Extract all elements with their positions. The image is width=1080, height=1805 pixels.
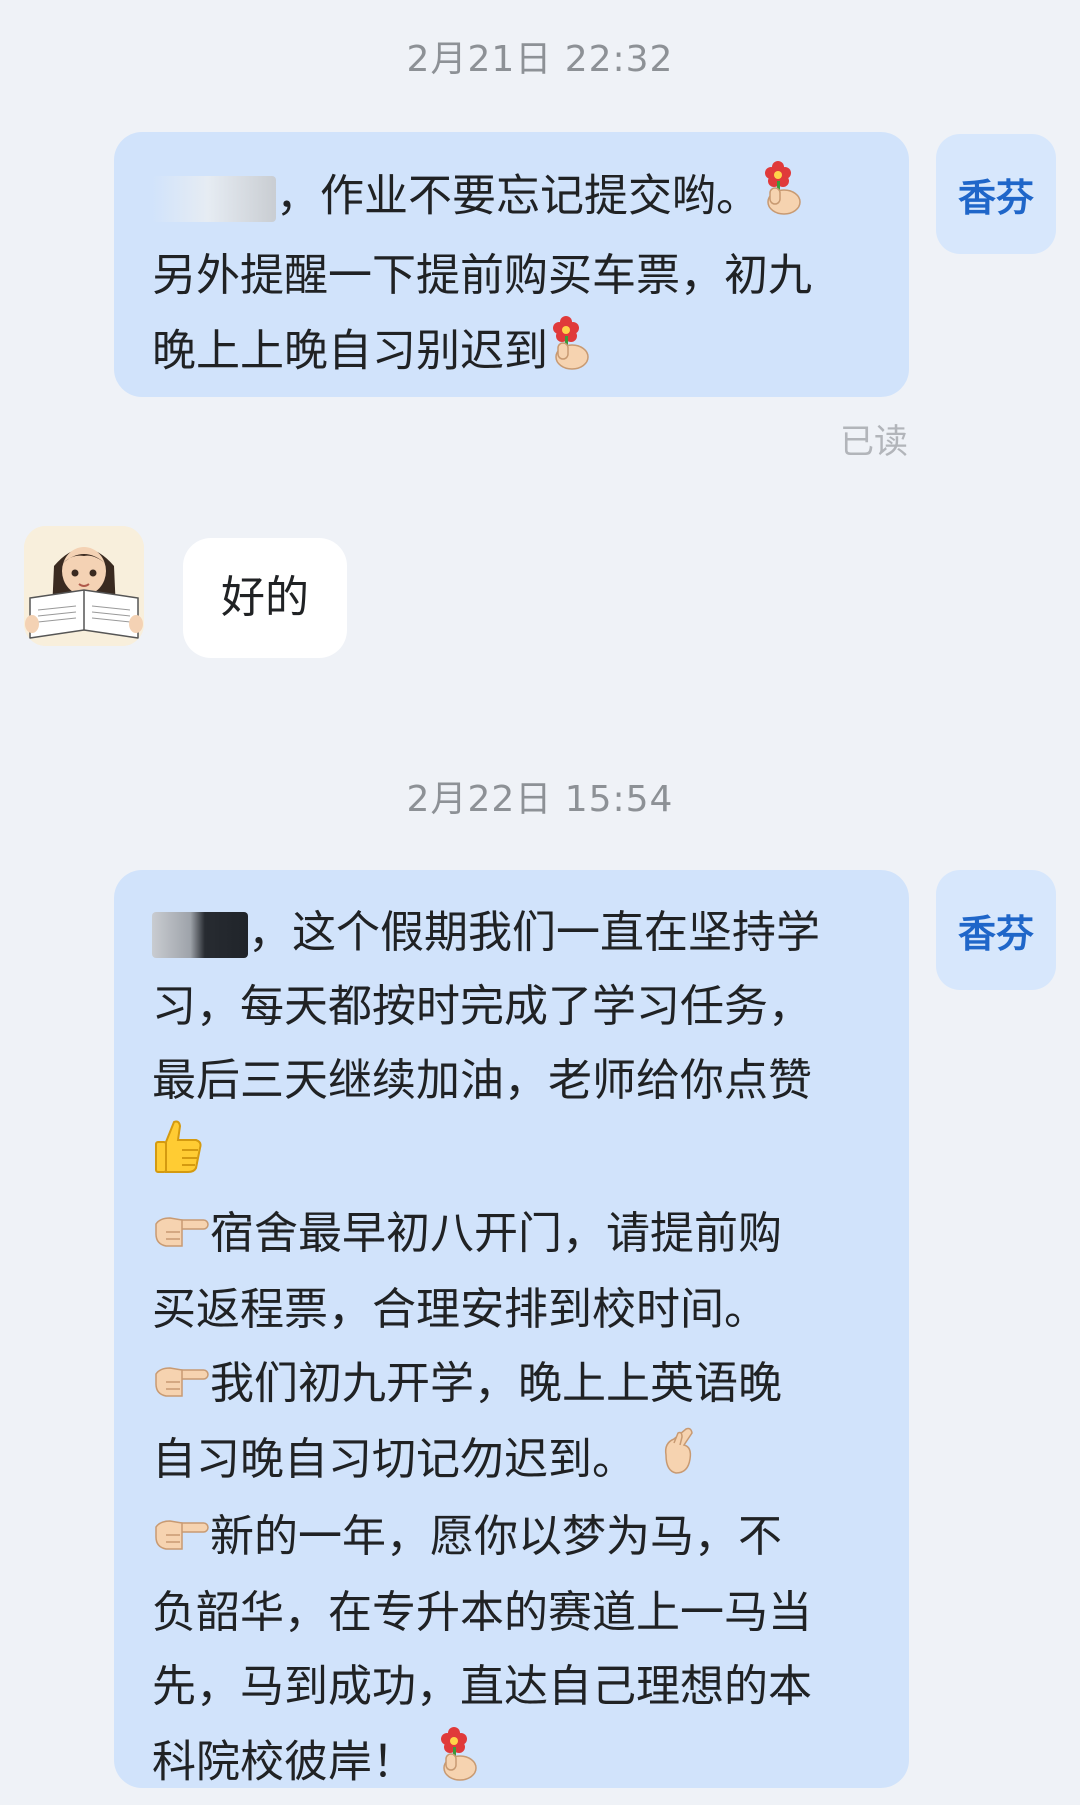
message-bubble-incoming[interactable]: 好的 (183, 538, 347, 658)
sender-avatar-tag[interactable]: 香芬 (936, 134, 1056, 254)
redacted-name (152, 175, 276, 222)
message-line: 我们初九开学，晚上上英语晚 (152, 1347, 873, 1423)
message-line: 习，每天都按时完成了学习任务， (152, 981, 812, 1032)
message-line: 最后三天继续加油，老师给你点赞 (152, 1055, 812, 1106)
message-line (152, 1118, 873, 1197)
timestamp: 2月21日 22:32 (406, 39, 674, 80)
sender-avatar-tag[interactable]: 香芬 (936, 870, 1056, 990)
message-line: 科院校彼岸！ (152, 1724, 873, 1805)
thumbs-up-icon (152, 1118, 204, 1197)
flower-hand-icon (548, 313, 592, 394)
message-line: 晚上上晚自习别迟到 (152, 313, 873, 394)
message-line: 买返程票，合理安排到校时间。 (152, 1284, 768, 1335)
message-line: 宿舍最早初八开门，请提前购 (152, 1197, 873, 1273)
message-line: 另外提醒一下提前购买车票，初九 (152, 250, 812, 301)
message-line: 新的一年，愿你以梦为马，不 (152, 1500, 873, 1576)
read-status: 已读 (840, 422, 908, 462)
message-line: 负韶华，在专升本的赛道上一马当 (152, 1586, 812, 1638)
timestamp: 2月22日 15:54 (406, 779, 674, 820)
flower-hand-icon (436, 1724, 480, 1805)
message-line: 先，马到成功，直达自己理想的本 (152, 1660, 812, 1712)
pointing-hand-icon (152, 1502, 210, 1576)
message-line: ，这个假期我们一直在坚持学 (152, 896, 873, 970)
message-bubble-outgoing[interactable]: ，作业不要忘记提交哟。 另外提醒一下提前购买车票，初九 晚上上晚自习别迟到 (114, 132, 909, 397)
finger-heart-icon (656, 1425, 700, 1500)
reading-girl-avatar-icon (24, 526, 144, 646)
avatar[interactable] (24, 526, 144, 646)
pointing-hand-icon (152, 1349, 210, 1423)
message-bubble-outgoing[interactable]: ，这个假期我们一直在坚持学 习，每天都按时完成了学习任务， 最后三天继续加油，老… (114, 870, 909, 1788)
pointing-hand-icon (152, 1199, 210, 1273)
flower-hand-icon (760, 158, 804, 239)
message-line: 自习晚自习切记勿迟到。 (152, 1423, 873, 1500)
redacted-name (152, 912, 248, 958)
message-line: ，作业不要忘记提交哟。 (152, 158, 873, 239)
